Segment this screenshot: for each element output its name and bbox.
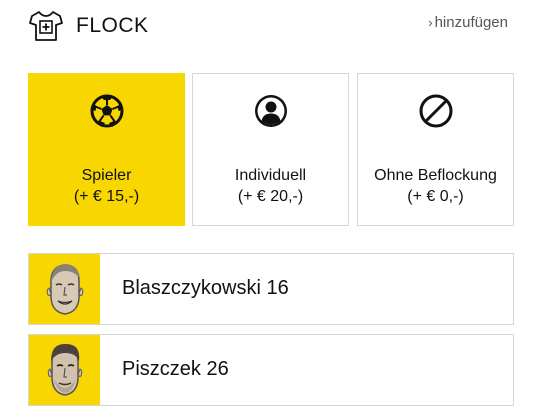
option-ohne-beflockung[interactable]: Ohne Beflockung (+ € 0,-) bbox=[357, 73, 514, 226]
lettering-options: Spieler (+ € 15,-) Individuell (+ € 20,-… bbox=[28, 73, 514, 226]
option-spieler[interactable]: Spieler (+ € 15,-) bbox=[28, 73, 185, 226]
option-label: Individuell bbox=[234, 167, 307, 184]
player-photo bbox=[29, 335, 100, 405]
add-link-label: hinzufügen bbox=[434, 14, 508, 31]
player-name: Blaszczykowski 16 bbox=[122, 277, 289, 299]
player-name: Piszczek 26 bbox=[122, 358, 229, 380]
add-lettering-link[interactable]: › hinzufügen bbox=[428, 14, 508, 31]
option-price: (+ € 15,-) bbox=[73, 188, 140, 205]
player-row-piszczek[interactable]: Piszczek 26 bbox=[28, 334, 514, 406]
player-row-blaszczykowski[interactable]: Blaszczykowski 16 bbox=[28, 253, 514, 325]
no-entry-icon bbox=[419, 94, 452, 128]
page-title: FLOCK bbox=[76, 14, 149, 37]
chevron-right-icon: › bbox=[428, 15, 433, 30]
player-photo bbox=[29, 254, 100, 324]
option-individuell[interactable]: Individuell (+ € 20,-) bbox=[192, 73, 349, 226]
player-photo-icon bbox=[47, 343, 83, 396]
option-label: Spieler bbox=[81, 167, 132, 184]
option-price: (+ € 20,-) bbox=[237, 188, 304, 205]
flock-header-title-group: FLOCK bbox=[28, 8, 149, 44]
person-icon bbox=[254, 95, 287, 127]
soccer-ball-icon bbox=[90, 94, 123, 128]
flock-header: FLOCK › hinzufügen bbox=[28, 8, 514, 44]
option-price: (+ € 0,-) bbox=[407, 188, 464, 205]
player-photo-icon bbox=[46, 264, 84, 315]
option-label: Ohne Beflockung bbox=[374, 167, 497, 184]
shirt-plus-icon bbox=[29, 11, 63, 41]
